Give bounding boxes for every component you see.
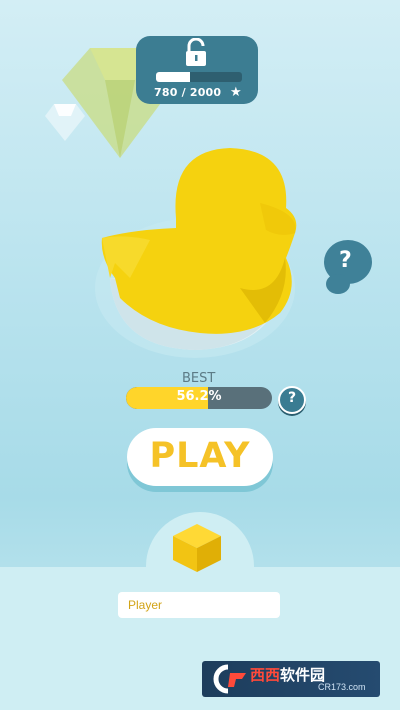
best-percent-text: 56.2% [176,389,222,404]
star-icon: ★ [230,85,242,100]
play-button[interactable]: PLAY [127,428,273,486]
watermark-brand: 西西软件园 [250,664,325,685]
help-bubble-large[interactable] [322,234,374,296]
help-button-small[interactable]: ? [278,386,306,414]
unlocked-padlock-icon [186,38,206,66]
skin-cube-button[interactable] [171,522,223,574]
duck-egg-character [95,148,297,358]
watermark-url: CR173.com [318,682,366,692]
site-watermark: 西西软件园 CR173.com [202,661,380,697]
small-gem-decoration [45,104,85,141]
unlock-progress-text: 780 / 2000 [154,86,222,99]
watermark-brand-red: 西西 [250,666,281,684]
best-progress-bar: 56.2% [126,387,272,409]
unlock-progress-bar [156,72,242,82]
play-label: PLAY [149,436,251,476]
best-label: BEST [182,371,216,386]
unlock-progress-fill [156,72,190,82]
watermark-logo-icon [213,664,246,694]
help-small-label: ? [287,390,297,406]
player-name-input[interactable] [118,592,280,618]
unlock-progress-panel: 780 / 2000 ★ [136,36,258,104]
